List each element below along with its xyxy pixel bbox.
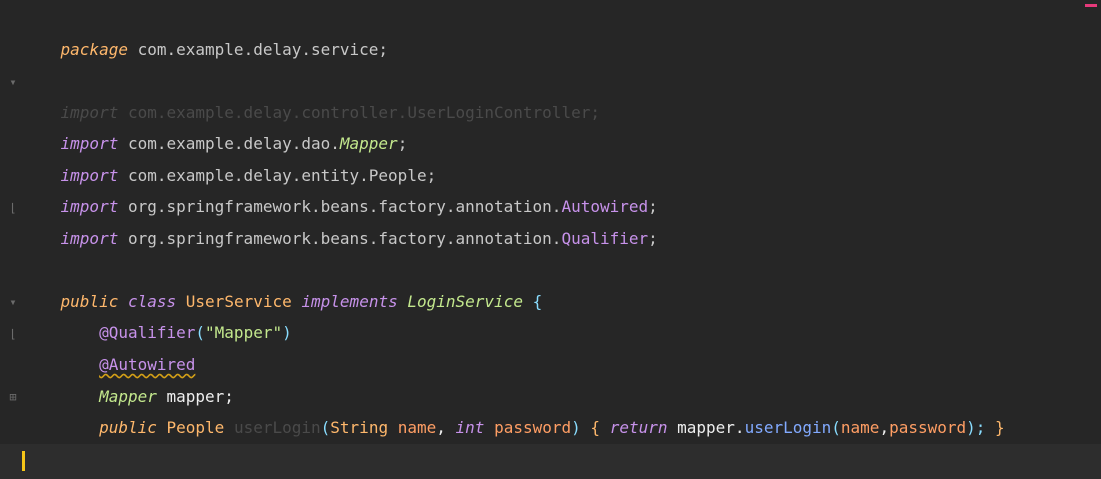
code-line-12[interactable]: Mapper mapper; xyxy=(22,350,1101,406)
fold-expand-icon[interactable]: ⊞ xyxy=(6,390,20,404)
fold-end-icon[interactable]: ⌊ xyxy=(6,327,20,341)
code-line-7[interactable]: import org.springframework.beans.factory… xyxy=(22,192,1101,248)
import-name: Qualifier xyxy=(561,229,649,248)
code-line-10[interactable]: @Qualifier("Mapper") xyxy=(22,286,1101,342)
code-line-11[interactable]: @Autowired xyxy=(22,318,1101,374)
code-line-3[interactable]: import com.example.delay.controller.User… xyxy=(22,66,1101,122)
text-cursor xyxy=(22,451,25,471)
keyword: package xyxy=(60,40,128,59)
code-editor[interactable]: ▾ ⌊ ▾ ⌊ ⊞ package com.example.delay.serv… xyxy=(0,0,1101,479)
code-line-5[interactable]: import com.example.delay.entity.People; xyxy=(22,129,1101,185)
keyword: import xyxy=(60,229,119,248)
code-line-15-current[interactable] xyxy=(0,444,1101,479)
gutter: ▾ ⌊ ▾ ⌊ ⊞ xyxy=(0,0,22,479)
scrollbar-marker[interactable] xyxy=(1085,4,1097,7)
code-line-1[interactable]: package com.example.delay.service; xyxy=(22,3,1101,59)
code-line-14[interactable]: } xyxy=(22,413,1101,469)
semicolon: ; xyxy=(648,229,658,248)
code-line-6[interactable]: import org.springframework.beans.factory… xyxy=(22,160,1101,216)
code-line-9[interactable]: public class UserService implements Logi… xyxy=(22,255,1101,311)
fold-end-icon[interactable]: ⌊ xyxy=(6,201,20,215)
fold-collapse-icon[interactable]: ▾ xyxy=(6,295,20,309)
package-path: org.springframework.beans.factory.annota… xyxy=(118,229,562,248)
code-line-4[interactable]: import com.example.delay.dao.Mapper; xyxy=(22,97,1101,153)
fold-collapse-icon[interactable]: ▾ xyxy=(6,75,20,89)
package-name: com.example.delay.service; xyxy=(127,40,389,59)
code-line-13[interactable]: public People userLogin(String name, int… xyxy=(22,381,1101,437)
